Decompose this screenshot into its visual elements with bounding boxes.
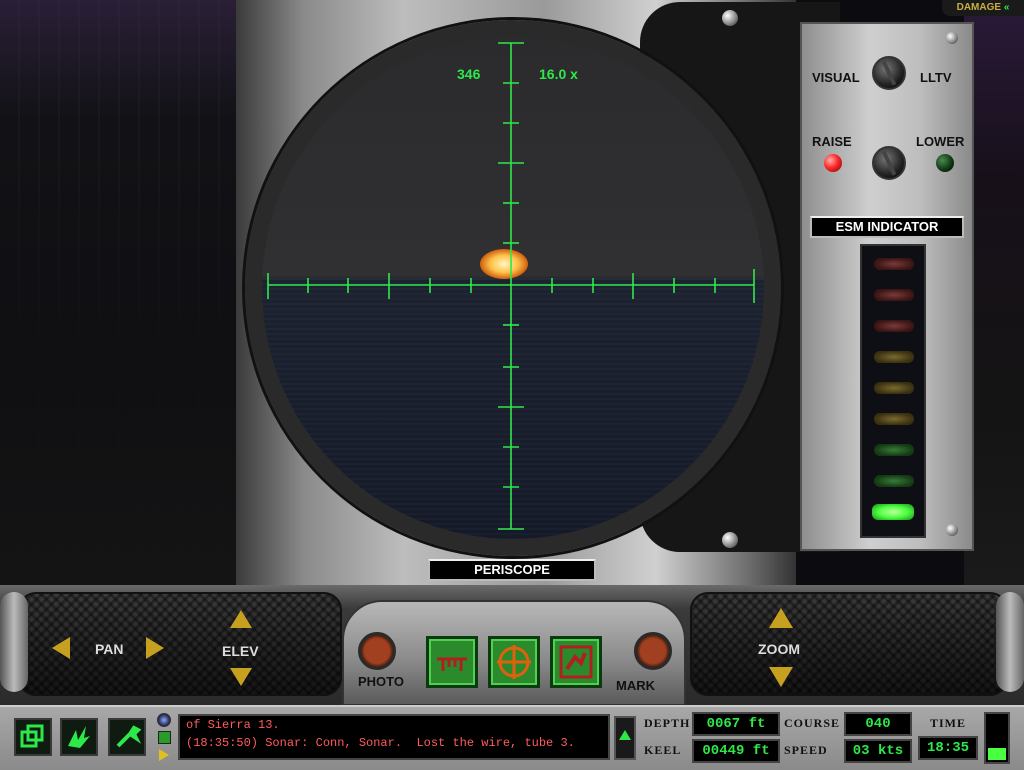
message-line: of Sierra 13. xyxy=(186,718,280,732)
periscope-mode-icon xyxy=(437,657,467,671)
pan-right-arrow-icon[interactable] xyxy=(146,637,164,659)
visual-label: VISUAL xyxy=(812,70,860,85)
visual-lltv-knob[interactable] xyxy=(872,56,906,90)
lower-button[interactable] xyxy=(936,154,954,172)
photo-button[interactable] xyxy=(358,632,396,670)
esm-indicator-title: ESM INDICATOR xyxy=(810,216,964,238)
mark-label: MARK xyxy=(616,678,655,693)
center-console: PHOTO MARK xyxy=(342,600,686,706)
depth-label: DEPTH xyxy=(644,716,691,730)
message-line: (18:35:50) Sonar: Conn, Sonar. Lost the … xyxy=(186,736,575,750)
raise-button[interactable] xyxy=(824,154,842,172)
raise-label: RAISE xyxy=(812,134,852,149)
sonar-button[interactable] xyxy=(60,718,98,756)
esm-light-active xyxy=(872,504,914,520)
windows-icon xyxy=(20,724,44,748)
zoom-label: ZOOM xyxy=(758,641,800,657)
right-grip-cap xyxy=(996,592,1024,692)
esm-light-amber xyxy=(874,382,914,394)
left-grip-cap xyxy=(0,592,28,692)
power-meter xyxy=(984,712,1010,764)
damage-tab-label: DAMAGE xyxy=(956,2,1002,13)
wrench-button[interactable] xyxy=(108,718,146,756)
zoom-in-arrow-icon[interactable] xyxy=(769,608,793,628)
time-readout: 18:35 xyxy=(918,736,978,760)
windows-button[interactable] xyxy=(14,718,52,756)
map-icon xyxy=(559,645,593,679)
message-filter-square-icon[interactable] xyxy=(158,731,171,744)
damage-tab[interactable]: DAMAGE « xyxy=(942,0,1024,16)
periscope-reticle xyxy=(267,42,755,530)
periscope-view[interactable]: 346 16.0 x xyxy=(262,37,764,539)
esm-indicator xyxy=(860,244,926,538)
zoom-out-arrow-icon[interactable] xyxy=(769,667,793,687)
esm-light-amber xyxy=(874,413,914,425)
course-readout: 040 xyxy=(844,712,912,736)
speed-label: SPEED xyxy=(784,743,828,757)
pan-label: PAN xyxy=(95,641,124,657)
zoom-grip[interactable] xyxy=(690,592,1008,696)
elev-down-arrow-icon[interactable] xyxy=(230,668,252,686)
lltv-label: LLTV xyxy=(920,70,952,85)
periscope-mode-button[interactable] xyxy=(426,636,478,688)
bolt-icon xyxy=(722,10,738,26)
scroll-up-icon[interactable] xyxy=(619,730,631,740)
raise-lower-knob[interactable] xyxy=(872,146,906,180)
lower-label: LOWER xyxy=(916,134,965,149)
crosshair-button[interactable] xyxy=(488,636,540,688)
esm-light-red xyxy=(874,320,914,332)
message-log[interactable]: of Sierra 13. (18:35:50) Sonar: Conn, So… xyxy=(178,714,610,760)
power-meter-fill xyxy=(988,748,1006,760)
magnification-readout: 16.0 x xyxy=(539,66,578,82)
esm-light-red xyxy=(874,258,914,270)
wrench-icon xyxy=(116,725,142,748)
map-button[interactable] xyxy=(550,636,602,688)
esm-light-amber xyxy=(874,351,914,363)
keel-label: KEEL xyxy=(644,743,682,757)
crosshair-icon xyxy=(497,645,531,679)
message-scroll[interactable] xyxy=(614,716,636,760)
speed-readout: 03 kts xyxy=(844,739,912,763)
pan-left-arrow-icon[interactable] xyxy=(52,637,70,659)
esm-light-red xyxy=(874,289,914,301)
keel-readout: 00449 ft xyxy=(692,739,780,763)
esm-light-green xyxy=(874,444,914,456)
elev-up-arrow-icon[interactable] xyxy=(230,610,252,628)
background-left xyxy=(0,0,250,590)
photo-label: PHOTO xyxy=(358,674,404,689)
message-play-icon[interactable] xyxy=(159,749,169,761)
course-label: COURSE xyxy=(784,716,841,730)
bearing-readout: 346 xyxy=(457,66,481,82)
screw-icon xyxy=(946,32,958,44)
double-chevron-left-icon: « xyxy=(1003,2,1010,13)
depth-readout: 0067 ft xyxy=(692,712,780,736)
elev-label: ELEV xyxy=(222,643,259,659)
esm-light-green xyxy=(874,475,914,487)
mark-button[interactable] xyxy=(634,632,672,670)
message-filter-circle-icon[interactable] xyxy=(157,713,171,727)
sonar-burst-icon xyxy=(68,726,90,748)
periscope-title: PERISCOPE xyxy=(428,559,596,581)
screw-icon xyxy=(946,524,958,536)
time-label: TIME xyxy=(930,716,967,730)
